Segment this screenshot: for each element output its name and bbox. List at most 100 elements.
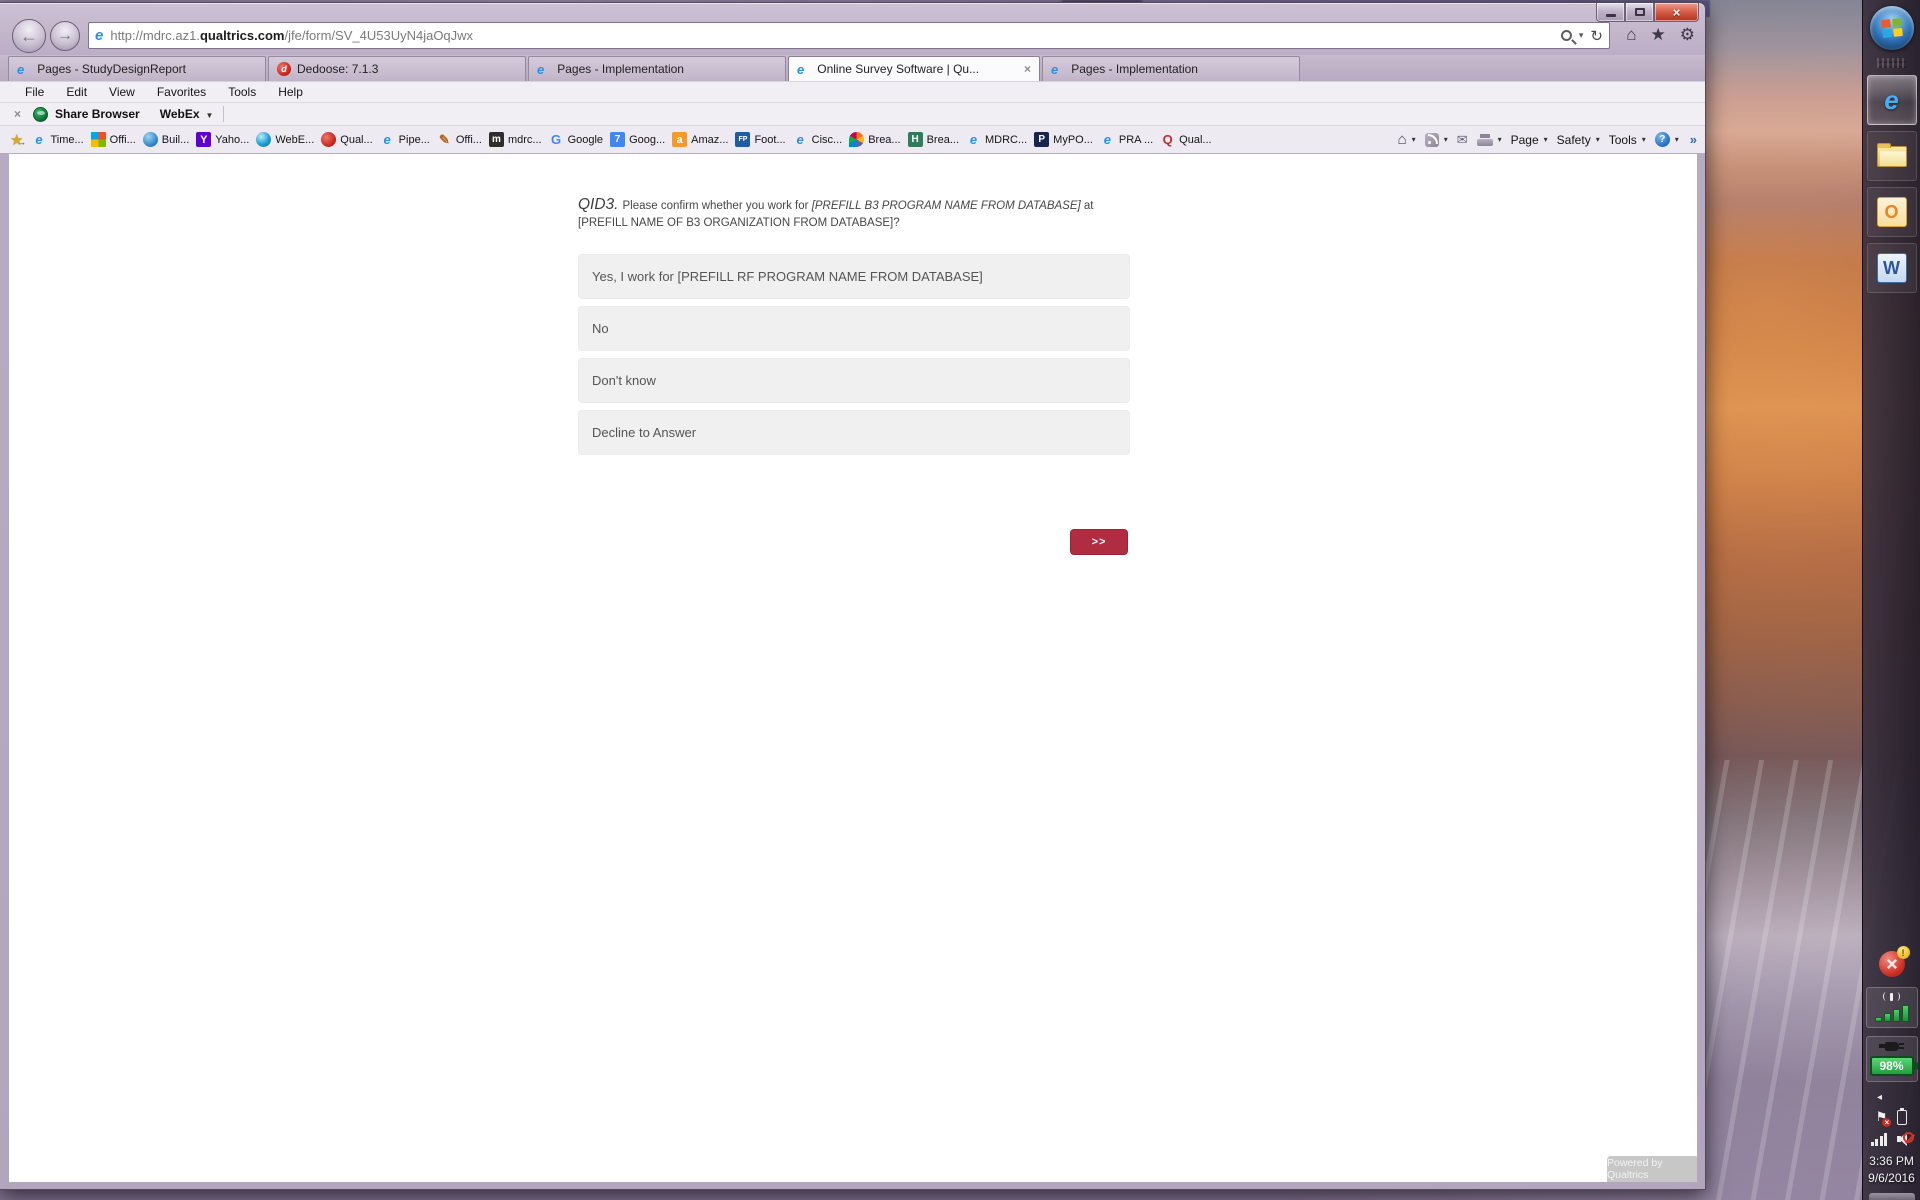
taskbar-ie-button[interactable]: e: [1867, 75, 1917, 125]
favorite-label: Foot...: [754, 134, 785, 146]
red-app-favicon-icon: [321, 132, 336, 147]
tab-close-icon[interactable]: ×: [1024, 62, 1031, 76]
menu-file[interactable]: File: [14, 85, 55, 99]
ie-favicon-icon: e: [380, 132, 395, 147]
google-favicon-icon: G: [549, 132, 564, 147]
favorite-item[interactable]: Qual...: [321, 132, 372, 147]
start-button[interactable]: [1870, 6, 1914, 50]
answer-option[interactable]: No: [578, 306, 1130, 351]
favorite-item[interactable]: eCisc...: [793, 132, 843, 147]
favorite-item[interactable]: GGoogle: [549, 132, 603, 147]
favorite-item[interactable]: mmdrc...: [489, 132, 542, 147]
help-icon[interactable]: ?: [1655, 132, 1670, 147]
speaker-muted-icon[interactable]: [1897, 1132, 1912, 1146]
next-button[interactable]: >>: [1070, 529, 1128, 555]
answer-option[interactable]: Decline to Answer: [578, 410, 1130, 455]
favorites-star-icon[interactable]: ★: [1651, 25, 1666, 45]
print-icon[interactable]: [1477, 134, 1493, 146]
rss-icon[interactable]: [1425, 133, 1439, 147]
favorite-item[interactable]: PMyPO...: [1034, 132, 1093, 147]
menu-help[interactable]: Help: [267, 85, 314, 99]
favorite-item[interactable]: e Pipe...: [380, 132, 430, 147]
address-bar[interactable]: e http://mdrc.az1.qualtrics.com/jfe/form…: [88, 22, 1610, 49]
home-icon[interactable]: ⌂: [1398, 131, 1407, 148]
browser-tab[interactable]: eOnline Survey Software | Qu...×: [788, 56, 1040, 81]
show-hidden-icons-button[interactable]: ◂: [1863, 1092, 1882, 1103]
network-signal-icon[interactable]: [1871, 1133, 1888, 1146]
menu-view[interactable]: View: [98, 85, 146, 99]
power-status-panel[interactable]: 98%: [1866, 1036, 1918, 1082]
browser-tab[interactable]: ePages - Implementation: [1042, 56, 1300, 81]
favorite-item[interactable]: YYaho...: [196, 132, 249, 147]
tray-alert-app-icon[interactable]: !: [1879, 951, 1905, 977]
favorite-label: Cisc...: [812, 134, 843, 146]
tab-label: Pages - StudyDesignReport: [37, 62, 186, 76]
settings-gear-icon[interactable]: ⚙: [1680, 25, 1695, 45]
back-button[interactable]: ←: [12, 19, 46, 53]
tab-bar: e Pages - StudyDesignReport dDedoose: 7.1.…: [0, 55, 1705, 81]
refresh-icon[interactable]: ↻: [1590, 27, 1603, 45]
mail-icon[interactable]: ✉: [1457, 132, 1468, 148]
print-dropdown-icon[interactable]: ▾: [1498, 135, 1502, 144]
browser-window: × ← → e http://mdrc.az1.qualtrics.com/jf…: [0, 2, 1706, 1190]
forward-button[interactable]: →: [50, 21, 80, 51]
favorite-item[interactable]: 7Goog...: [610, 132, 665, 147]
add-favorite-icon[interactable]: ★: [10, 131, 23, 149]
home-dropdown-icon[interactable]: ▾: [1412, 135, 1416, 144]
answer-options: Yes, I work for [PREFILL RF PROGRAM NAME…: [578, 254, 1130, 462]
taskbar-outlook-button[interactable]: O: [1867, 187, 1917, 237]
favorite-item[interactable]: Buil...: [143, 132, 190, 147]
tools-menu[interactable]: Tools: [1609, 133, 1637, 147]
share-browser-button[interactable]: Share Browser: [55, 107, 140, 121]
wireless-status-panel[interactable]: [1866, 987, 1918, 1028]
ie-favicon-icon: e: [537, 62, 544, 77]
favorite-label: Brea...: [927, 134, 959, 146]
page-menu[interactable]: Page: [1511, 133, 1539, 147]
favorite-item[interactable]: eTime...: [31, 132, 83, 147]
favorite-item[interactable]: ✎Offi...: [437, 132, 482, 147]
favorite-item[interactable]: QQual...: [1160, 132, 1211, 147]
taskbar-explorer-button[interactable]: [1867, 131, 1917, 181]
taskbar-clock[interactable]: 3:36 PM 9/6/2016: [1868, 1153, 1915, 1187]
menu-edit[interactable]: Edit: [55, 85, 98, 99]
webex-menu[interactable]: WebEx: [160, 107, 200, 121]
favorite-item[interactable]: aAmaz...: [672, 132, 728, 147]
survey-question: QID3.Please confirm whether you work for…: [578, 196, 1138, 232]
answer-option[interactable]: Yes, I work for [PREFILL RF PROGRAM NAME…: [578, 254, 1130, 299]
tab-label: Pages - Implementation: [1071, 62, 1198, 76]
home-icon[interactable]: ⌂: [1626, 25, 1636, 45]
forward-icon: →: [57, 27, 73, 45]
battery-small-icon[interactable]: [1897, 1110, 1907, 1125]
menu-favorites[interactable]: Favorites: [146, 85, 217, 99]
search-dropdown-icon[interactable]: ▾: [1579, 30, 1584, 41]
favorite-item[interactable]: WebE...: [256, 132, 314, 147]
favorite-label: Pipe...: [399, 134, 430, 146]
browser-tab[interactable]: e Pages - StudyDesignReport: [8, 56, 266, 81]
menu-tools[interactable]: Tools: [217, 85, 267, 99]
answer-option[interactable]: Don't know: [578, 358, 1130, 403]
browser-tab[interactable]: ePages - Implementation: [528, 56, 786, 81]
webex-dropdown-icon[interactable]: ▼: [206, 111, 214, 120]
favorite-item[interactable]: eMDRC...: [966, 132, 1027, 147]
rss-dropdown-icon[interactable]: ▾: [1444, 135, 1448, 144]
taskbar-word-button[interactable]: W: [1867, 243, 1917, 293]
favorite-item[interactable]: Offi...: [91, 132, 136, 147]
favorite-item[interactable]: Brea...: [849, 132, 900, 147]
favorite-item[interactable]: FPFoot...: [735, 132, 785, 147]
p-app-favicon-icon: P: [1034, 132, 1049, 147]
browser-tab[interactable]: dDedoose: 7.1.3: [268, 56, 526, 81]
favorite-item[interactable]: ePRA ...: [1100, 132, 1153, 147]
safety-menu[interactable]: Safety: [1557, 133, 1591, 147]
search-icon[interactable]: [1561, 30, 1572, 41]
menu-bar: FileEditViewFavoritesToolsHelp: [0, 81, 1705, 102]
word-icon: W: [1877, 253, 1907, 283]
powered-by-qualtrics-badge[interactable]: Powered by Qualtrics: [1607, 1156, 1697, 1182]
toolbar-overflow-icon[interactable]: »: [1690, 132, 1697, 147]
show-desktop-grip[interactable]: [1869, 1193, 1915, 1200]
webex-close-icon[interactable]: ×: [14, 107, 21, 121]
favorite-item[interactable]: HBrea...: [908, 132, 959, 147]
gcal-favicon-icon: 7: [610, 132, 625, 147]
action-center-flag-icon[interactable]: ⚑: [1876, 1109, 1888, 1125]
ie-favicon-icon: e: [17, 62, 24, 77]
power-plug-icon: [1885, 1042, 1899, 1051]
